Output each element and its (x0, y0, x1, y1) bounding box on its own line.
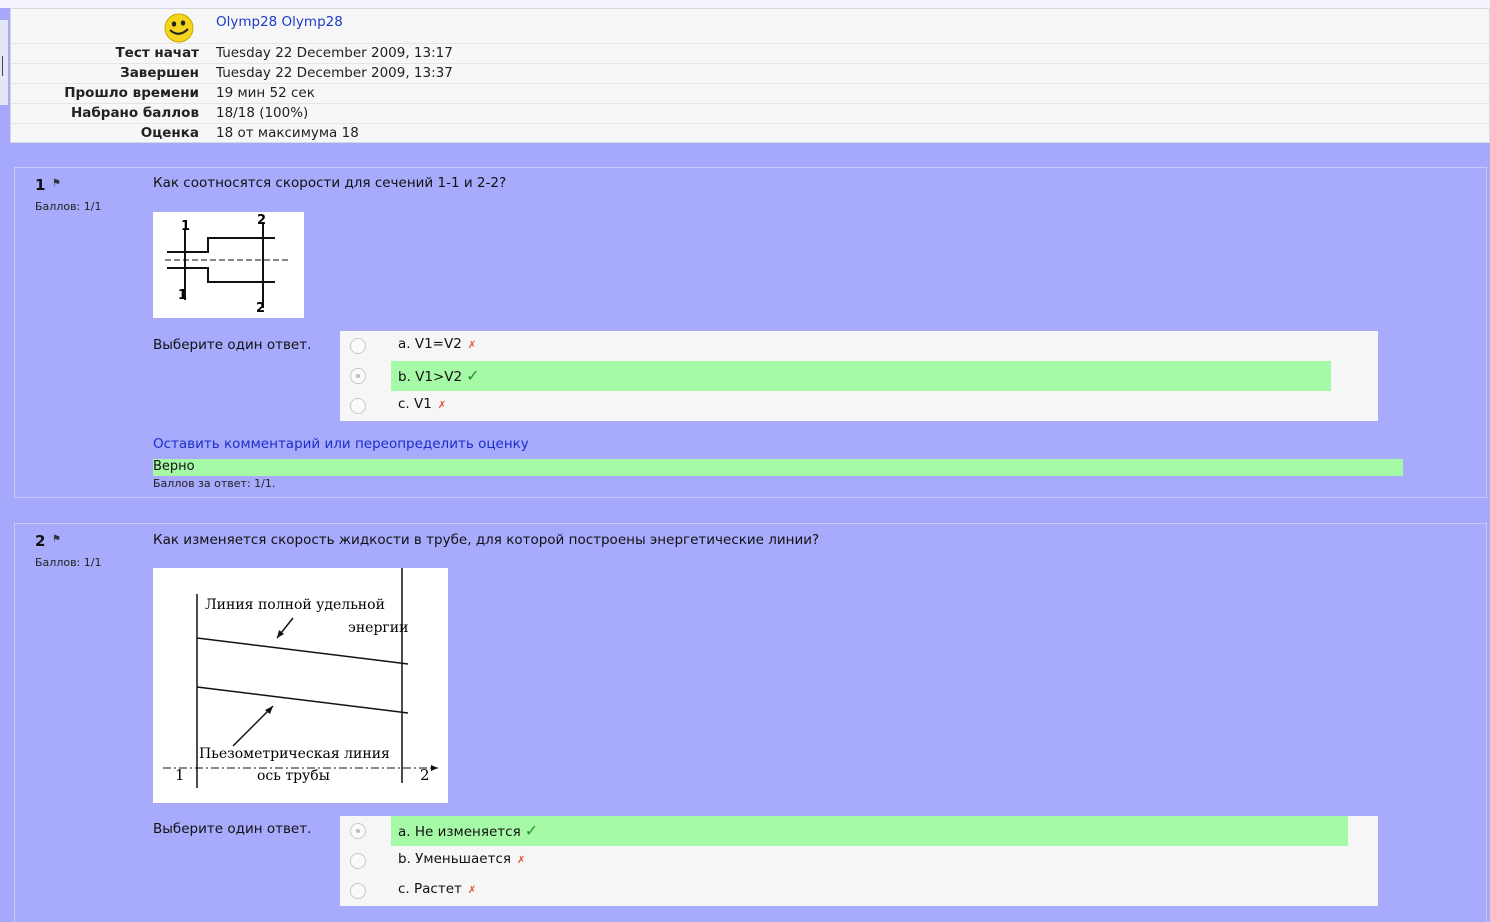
figure-label: 1 (175, 766, 185, 784)
correct-answer-highlight (391, 361, 1331, 391)
radio-button[interactable] (350, 853, 366, 869)
feedback-correct: Верно (153, 459, 1403, 476)
question-number: 1 (35, 176, 46, 194)
summary-label: Тест начат (115, 45, 199, 61)
cross-icon: ✗ (467, 340, 477, 351)
cross-icon: ✗ (437, 400, 447, 411)
answer-prompt: Выберите один ответ. (153, 821, 312, 837)
checkmark-icon: ✓ (466, 366, 480, 385)
top-strip (0, 0, 1490, 8)
figure-label: Линия полной удельной (205, 597, 385, 613)
checkmark-icon: ✓ (524, 821, 539, 840)
summary-value: Tuesday 22 December 2009, 13:37 (216, 65, 453, 81)
summary-row-time-taken: Прошло времени 19 мин 52 сек (11, 83, 1489, 103)
radio-button[interactable] (350, 338, 366, 354)
smiley-avatar-icon[interactable] (161, 11, 197, 43)
quiz-review-page: Olymp28 Olymp28 Тест начат Tuesday 22 De… (0, 0, 1490, 922)
summary-row-grade: Оценка 18 от максимума 18 (11, 123, 1489, 143)
answer-option-c[interactable]: c. V1 ✗ (340, 391, 1378, 421)
summary-label: Прошло времени (64, 85, 199, 101)
summary-label: Набрано баллов (70, 105, 199, 121)
figure-label: энергии (348, 620, 408, 636)
figure-label: Пьезометрическая линия (199, 746, 390, 762)
figure-label: 1 (178, 288, 187, 303)
feedback-text: Верно (153, 459, 195, 474)
summary-value: 18/18 (100%) (216, 105, 309, 121)
cross-icon: ✗ (517, 855, 526, 866)
flag-icon[interactable]: ⚑ (52, 178, 61, 189)
answer-list: a. Не изменяется ✓ b. Уменьшается ✗ c. Рас… (340, 816, 1378, 906)
summary-value: Tuesday 22 December 2009, 13:17 (216, 45, 453, 61)
figure-label: 1 (181, 219, 190, 234)
question-2-figure: Линия полной удельной энергии Пьезометри… (153, 568, 448, 803)
summary-row-started: Тест начат Tuesday 22 December 2009, 13:… (11, 43, 1489, 63)
answer-label: a. V1=V2 ✗ (398, 336, 477, 352)
answer-option-a[interactable]: a. Не изменяется ✓ (340, 816, 1378, 846)
answer-option-a[interactable]: a. V1=V2 ✗ (340, 331, 1378, 361)
summary-label: Завершен (120, 65, 199, 81)
answer-label: a. Не изменяется ✓ (398, 821, 539, 840)
question-grade: Баллов: 1/1 (35, 200, 102, 213)
flag-icon[interactable]: ⚑ (52, 534, 61, 545)
answer-label: c. V1 ✗ (398, 396, 447, 412)
answer-label: c. Растет ✗ (398, 881, 477, 897)
figure-label: 2 (256, 301, 265, 316)
radio-button-selected[interactable] (350, 368, 366, 384)
answer-option-b[interactable]: b. V1>V2 ✓ (340, 361, 1378, 391)
question-grade: Баллов: 1/1 (35, 556, 102, 569)
user-name-link[interactable]: Olymp28 Olymp28 (216, 14, 343, 30)
figure-label: ось трубы (257, 768, 330, 784)
figure-label: 2 (420, 766, 430, 784)
answer-label: b. V1>V2 ✓ (398, 366, 480, 385)
answer-option-c[interactable]: c. Растет ✗ (340, 876, 1378, 906)
radio-button[interactable] (350, 398, 366, 414)
radio-button[interactable] (350, 883, 366, 899)
question-text: Как изменяется скорость жидкости в трубе… (153, 532, 820, 548)
radio-button-selected[interactable] (350, 823, 366, 839)
left-window-edge (0, 20, 8, 105)
question-number: 2 (35, 532, 46, 550)
score-line: Баллов за ответ: 1/1. (153, 477, 276, 490)
figure-label: 2 (257, 213, 266, 228)
summary-value: 18 от максимума 18 (216, 125, 359, 141)
answer-label: b. Уменьшается ✗ (398, 851, 526, 867)
answer-prompt: Выберите один ответ. (153, 337, 312, 353)
question-1-figure: 1 2 1 2 (153, 212, 304, 318)
cross-icon: ✗ (467, 885, 477, 896)
attempt-summary-table: Olymp28 Olymp28 Тест начат Tuesday 22 De… (10, 8, 1490, 143)
summary-row-finished: Завершен Tuesday 22 December 2009, 13:37 (11, 63, 1489, 83)
question-1-panel: 1 ⚑ Баллов: 1/1 Как соотносятся скорости… (14, 167, 1487, 498)
comment-override-link[interactable]: Оставить комментарий или переопределить … (153, 436, 529, 452)
summary-value: 19 мин 52 сек (216, 85, 315, 101)
answer-list: a. V1=V2 ✗ b. V1>V2 ✓ c. V1 ✗ (340, 331, 1378, 421)
summary-label: Оценка (140, 125, 199, 141)
question-text: Как соотносятся скорости для сечений 1-1… (153, 175, 507, 191)
summary-row-marks: Набрано баллов 18/18 (100%) (11, 103, 1489, 123)
answer-option-b[interactable]: b. Уменьшается ✗ (340, 846, 1378, 876)
question-2-panel: 2 ⚑ Баллов: 1/1 Как изменяется скорость … (14, 523, 1487, 922)
